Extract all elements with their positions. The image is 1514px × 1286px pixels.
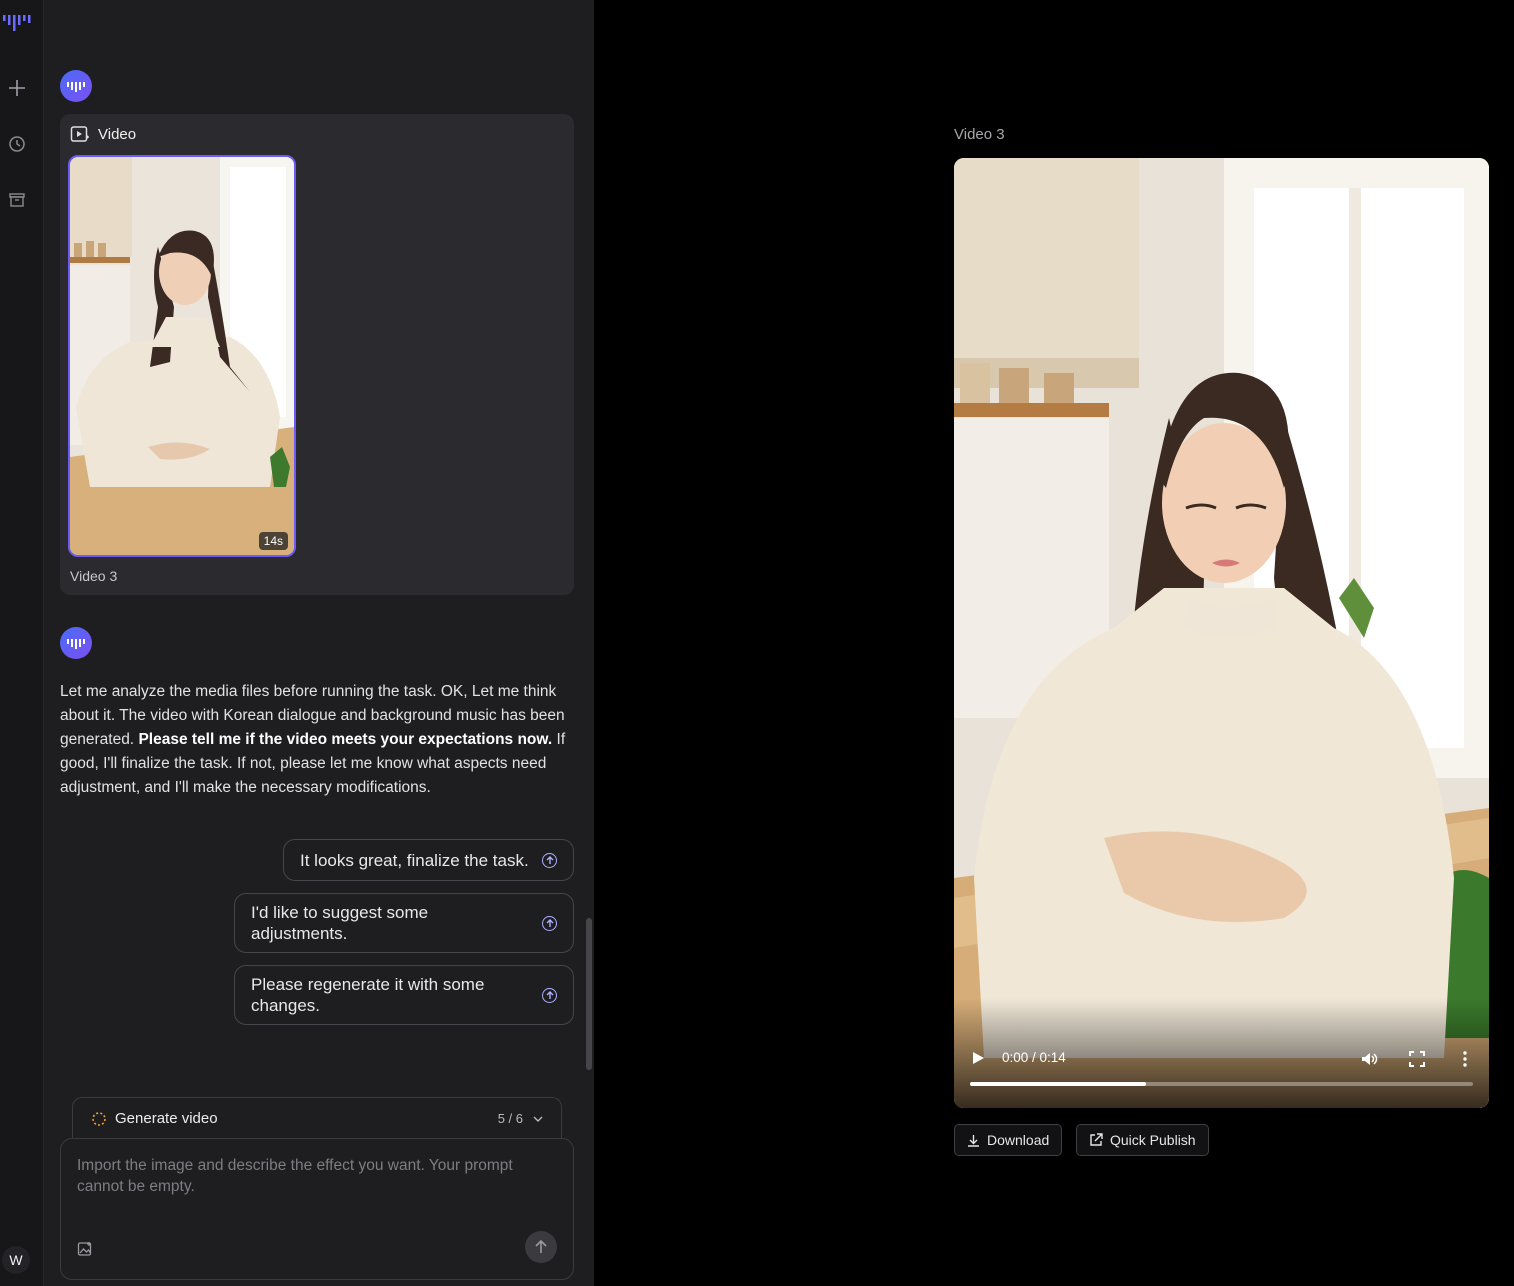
assistant-avatar <box>60 70 92 102</box>
send-suggestion-icon <box>542 915 557 931</box>
suggestion-label: It looks great, finalize the task. <box>300 850 529 870</box>
assistant-logo-icon <box>67 82 85 92</box>
quick-publish-label: Quick Publish <box>1110 1132 1196 1148</box>
video-player[interactable]: 0:00 / 0:14 <box>954 158 1489 1108</box>
task-count: 5 / 6 <box>497 1111 523 1126</box>
playback-time: 0:00 / 0:14 <box>1002 1050 1066 1065</box>
video-icon <box>70 126 89 142</box>
assistant-logo-icon <box>67 639 85 649</box>
video-result-card: Video 14s Video 3 <box>60 114 574 595</box>
volume-icon[interactable] <box>1360 1050 1378 1068</box>
generate-video-label: Generate video <box>115 1110 218 1127</box>
quick-publish-button[interactable]: Quick Publish <box>1076 1124 1209 1156</box>
play-icon[interactable] <box>970 1050 986 1066</box>
video-frame-image <box>954 158 1489 1108</box>
message-emphasis: Please tell me if the video meets your e… <box>138 731 553 748</box>
user-avatar[interactable]: W <box>2 1246 30 1274</box>
video-frame-image <box>70 157 294 555</box>
assistant-avatar <box>60 627 92 659</box>
history-icon <box>9 136 25 152</box>
video-card-title: Video <box>98 125 137 143</box>
video-card-caption: Video 3 <box>70 568 118 584</box>
suggestion-adjust[interactable]: I'd like to suggest some adjustments. <box>234 893 574 953</box>
send-suggestion-icon <box>542 852 557 868</box>
prompt-placeholder[interactable]: Import the image and describe the effect… <box>77 1155 557 1197</box>
progress-bar[interactable] <box>970 1082 1473 1086</box>
history-button[interactable] <box>6 133 28 155</box>
video-thumbnail[interactable]: 14s <box>68 155 296 557</box>
more-options-icon[interactable] <box>1456 1050 1474 1068</box>
download-button[interactable]: Download <box>954 1124 1063 1156</box>
chat-scrollbar[interactable] <box>586 918 592 1070</box>
archive-button[interactable] <box>6 189 28 211</box>
video-duration-badge: 14s <box>258 532 288 550</box>
preview-title: Video 3 <box>954 126 1005 143</box>
generate-video-selector[interactable]: Generate video 5 / 6 <box>72 1097 562 1139</box>
video-card-header: Video <box>70 125 136 143</box>
suggestion-regenerate[interactable]: Please regenerate it with some changes. <box>234 965 574 1025</box>
archive-icon <box>9 193 25 207</box>
loading-spinner-icon <box>92 1111 106 1126</box>
arrow-up-icon <box>535 1240 547 1253</box>
chevron-down-icon[interactable] <box>533 1116 543 1122</box>
suggestion-finalize[interactable]: It looks great, finalize the task. <box>283 839 574 881</box>
suggestion-label: Please regenerate it with some changes. <box>251 975 485 1015</box>
new-chat-button[interactable] <box>6 77 28 99</box>
assistant-message: Let me analyze the media files before ru… <box>60 680 576 800</box>
generate-count: 5 / 6 <box>498 1111 543 1126</box>
plus-icon <box>9 80 25 96</box>
sidebar: W <box>0 0 44 1286</box>
chat-panel: Video 14s Video 3 Let me analyze the med… <box>44 0 594 1286</box>
truncated-previous-text <box>90 12 310 28</box>
brand-logo-icon[interactable] <box>2 10 32 32</box>
player-controls: 0:00 / 0:14 <box>954 998 1489 1108</box>
download-icon <box>968 1134 979 1147</box>
send-button[interactable] <box>525 1231 557 1263</box>
fullscreen-icon[interactable] <box>1408 1050 1426 1068</box>
suggestion-label: I'd like to suggest some adjustments. <box>251 903 429 943</box>
progress-bar-fill <box>970 1082 1147 1086</box>
image-upload-icon[interactable] <box>77 1241 93 1257</box>
prompt-input-box[interactable]: Import the image and describe the effect… <box>60 1138 574 1280</box>
download-label: Download <box>987 1132 1050 1148</box>
send-suggestion-icon <box>542 987 557 1003</box>
external-link-icon <box>1090 1133 1103 1146</box>
